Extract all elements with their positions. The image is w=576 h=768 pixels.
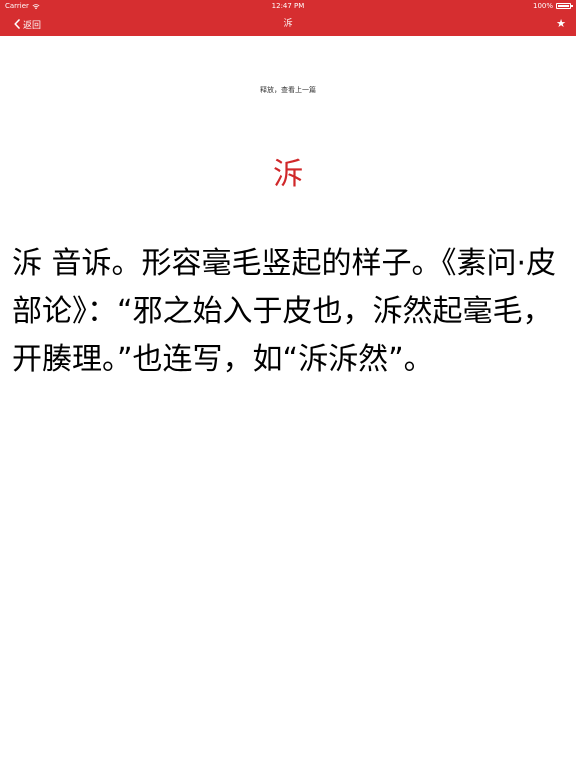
chevron-left-icon	[14, 19, 20, 29]
status-battery: 100%	[532, 0, 573, 12]
headword-title: 泝	[273, 157, 303, 192]
definition-text: 泝 音诉。形容毫毛竖起的样子。《素问·皮部论》：“邪之始入于皮也，泝然起毫毛，开…	[12, 246, 557, 377]
back-label: 返回	[23, 20, 42, 31]
top-bar: Carrier 12:47 PM 100% 返回 泝 ★	[0, 0, 576, 36]
battery-icon	[556, 3, 573, 9]
status-bar: Carrier 12:47 PM 100%	[0, 0, 576, 12]
star-icon[interactable]: ★	[556, 12, 566, 36]
pull-to-previous-hint: 释放，查看上一篇	[260, 86, 316, 94]
navigation-bar: 返回 泝 ★	[0, 12, 576, 36]
status-time: 12:47 PM	[271, 2, 305, 10]
back-button[interactable]: 返回	[14, 12, 41, 36]
page-title: 泝	[283, 19, 293, 29]
battery-percent: 100%	[532, 2, 553, 10]
